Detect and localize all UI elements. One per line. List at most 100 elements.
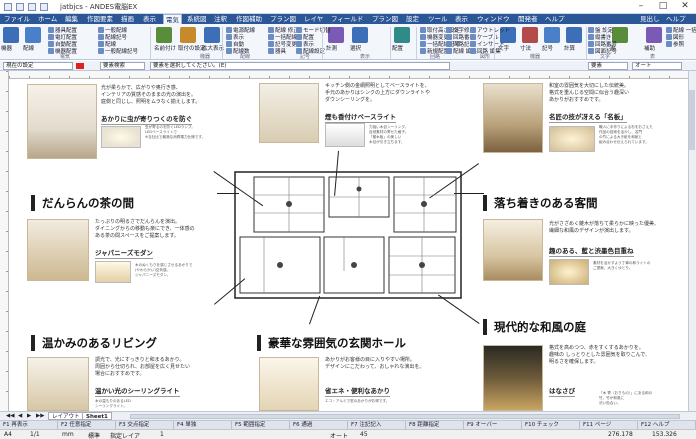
sheet-nav-last[interactable]: ▶▶ — [33, 412, 47, 420]
maximize-button[interactable]: □ — [652, 0, 674, 13]
menu-tab[interactable]: 開発者 — [516, 14, 540, 24]
menu-tab[interactable]: 表示 — [453, 14, 470, 24]
ribbon-big-button[interactable]: 配線 — [23, 44, 34, 52]
ribbon-big-button[interactable]: 計測 — [326, 44, 337, 52]
menu-right-help[interactable]: ヘルプ — [664, 14, 688, 24]
menu-tab[interactable]: ホーム — [36, 14, 59, 24]
menu-tab[interactable]: レイヤ — [302, 14, 325, 24]
tool-row: 現在の設定 要素検索 要素を選択してください。(E) 要素 オート — [0, 61, 696, 71]
ribbon-big-button[interactable]: 選択 — [350, 44, 361, 52]
status-value: 1 — [160, 431, 164, 438]
ribbon-separator — [322, 27, 323, 59]
menu-tab[interactable]: ヘルプ — [543, 14, 567, 24]
redo-icon[interactable] — [40, 3, 48, 11]
menu-tab[interactable]: 作図要素 — [85, 14, 115, 24]
ribbon-group-label: 表 — [650, 54, 656, 60]
menu-tab[interactable]: 作図補助 — [234, 14, 264, 24]
guest-room-photo — [483, 83, 543, 153]
app-icon — [4, 3, 12, 11]
horizontal-scrollbar[interactable] — [130, 414, 680, 419]
ribbon-icon[interactable] — [180, 27, 196, 43]
undo-icon[interactable] — [28, 3, 36, 11]
menu-tab[interactable]: 設定 — [404, 14, 421, 24]
save-icon[interactable] — [16, 3, 24, 11]
section-heading: 落ち着きのある客間 — [483, 195, 598, 211]
lamp-image — [549, 126, 595, 152]
auto-select[interactable]: オート — [632, 62, 682, 70]
ribbon-big-button[interactable]: 補助 — [644, 44, 655, 52]
lamp-image — [325, 123, 365, 147]
entrance-photo — [259, 357, 319, 411]
caption: 「木 寄（おりもの）」にある和の 竹、竹が和風に 渋い色合い。 — [599, 391, 653, 405]
pen-color-icon[interactable] — [76, 63, 84, 69]
paper-size: A4 — [4, 431, 12, 438]
menu-tab[interactable]: 電気 — [163, 14, 182, 24]
ribbon-icon[interactable] — [566, 27, 582, 43]
ribbon-group-label: 機器 — [530, 54, 541, 60]
menu-tab[interactable]: プラン図 — [268, 14, 298, 24]
caption: 木のぬくもりを感じさせるあかりで (やわらかい)空気感。 ジャパニーズモダン。 — [135, 263, 193, 277]
layer-setting-field[interactable]: 現在の設定 — [3, 62, 73, 70]
ribbon-icon[interactable] — [394, 27, 410, 43]
snap-mode[interactable]: オート — [330, 431, 348, 439]
caption: 木の温もりのあるLED シーリングライト。 — [95, 399, 131, 408]
section-heading: 温かみのあるリビング — [31, 335, 157, 351]
guest-room-text: 和室の雰囲気を大切にした伝統美。 格式を重んじる空間に似合う趣深い あかりがおす… — [549, 83, 630, 103]
ribbon-small-button[interactable]: 一般配線記号 — [98, 47, 138, 55]
minimize-button[interactable]: – — [630, 0, 652, 13]
tab-layout[interactable]: レイアウト — [48, 412, 84, 420]
ribbon-big-button[interactable]: 計算 — [564, 44, 575, 52]
ribbon-big-button[interactable]: 拡大表示 — [202, 44, 224, 52]
sub-heading: ジャパニーズモダン — [95, 249, 153, 259]
menu-tab[interactable]: フィールド — [329, 14, 365, 24]
menu-tab[interactable]: ファイル — [2, 14, 32, 24]
menu-tab[interactable]: プラン図 — [370, 14, 400, 24]
lamp-image — [101, 126, 141, 148]
ribbon-icon[interactable] — [544, 27, 560, 43]
caption: エコ・アルミで窓のあかりがお得です。 — [325, 399, 390, 403]
ribbon-group-label: 機器 — [200, 54, 211, 60]
ribbon-big-button[interactable]: 寸法 — [520, 44, 531, 52]
ribbon-icon[interactable] — [646, 27, 662, 43]
sub-heading: あかりに虫が寄りつくのを防ぐ — [101, 115, 193, 125]
menu-tab[interactable]: 表示 — [141, 14, 158, 24]
draw-mode[interactable]: 標準 — [88, 431, 100, 439]
menu-tab[interactable]: 描画 — [119, 14, 136, 24]
ribbon-small-button[interactable]: 参照 — [666, 40, 684, 48]
menu-right-heading[interactable]: 見出し — [638, 14, 662, 24]
ribbon-icon[interactable] — [156, 27, 172, 43]
element-select[interactable]: 要素 — [588, 62, 628, 70]
menu-tab[interactable]: 系統図 — [185, 14, 209, 24]
menu-tab[interactable]: 注釈 — [212, 14, 229, 24]
ribbon-big-button[interactable]: 名前付け — [154, 44, 176, 52]
ribbon-big-button[interactable]: 記号 — [542, 44, 553, 52]
ribbon-big-button[interactable]: 配置 — [392, 44, 403, 52]
menu-tab[interactable]: ツール — [426, 14, 450, 24]
bathroom-photo — [27, 84, 97, 159]
ribbon-icon[interactable] — [3, 27, 19, 43]
ribbon-icon[interactable] — [352, 27, 368, 43]
ribbon-icon[interactable] — [522, 27, 538, 43]
search-mode-field[interactable]: 要素検索 — [100, 62, 145, 70]
ribbon-separator — [150, 27, 151, 59]
function-key-bar: F1 再表示 F2 任意指定 F3 交点指定 F4 単独 F5 範囲指定 F6 通過 F7 … — [0, 420, 696, 430]
menu-tab[interactable]: ウィンドウ — [475, 14, 512, 24]
ribbon-icon[interactable] — [25, 27, 41, 43]
ribbon-separator — [222, 27, 223, 59]
section-heading: だんらんの茶の間 — [31, 195, 134, 211]
floor-plan[interactable] — [234, 171, 464, 301]
intro-text: 光が柔らかで、広がりや奥行き感、 インテリアの質感そのままの光の演出を。 庭側と… — [101, 85, 201, 105]
ribbon-small-button[interactable]: 器具 — [268, 47, 286, 55]
menu-tab[interactable]: 編集 — [63, 14, 80, 24]
zoom-level[interactable]: 45 — [360, 431, 368, 438]
vertical-ruler — [0, 71, 9, 411]
tab-sheet1[interactable]: Sheet1 — [82, 412, 112, 420]
scroll-thumb[interactable] — [689, 90, 695, 150]
ribbon-big-button[interactable]: 機器 — [1, 44, 12, 52]
drawing-canvas[interactable]: 光が柔らかで、広がりや奥行き感、 インテリアの質感そのままの光の演出を。 庭側と… — [9, 79, 688, 411]
close-button[interactable]: ✕ — [674, 0, 696, 13]
scale-label[interactable]: 指定レイア — [110, 431, 140, 439]
ribbon-group-label: 電気 — [60, 54, 71, 60]
ribbon-icon[interactable] — [204, 27, 220, 43]
ribbon-group-label: 文字 — [600, 54, 611, 60]
